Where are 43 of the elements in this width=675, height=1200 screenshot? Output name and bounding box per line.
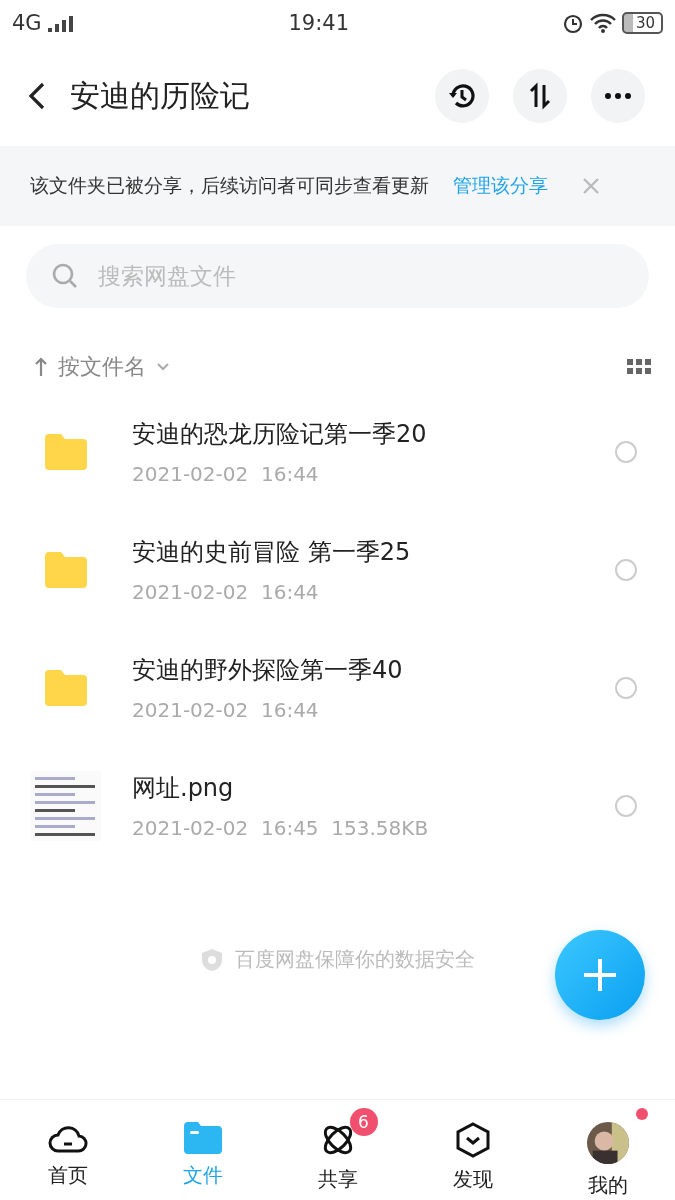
file-meta: 2021-02-02 16:44 bbox=[132, 698, 320, 722]
select-radio[interactable] bbox=[615, 795, 637, 817]
battery-indicator: 30 bbox=[621, 12, 663, 34]
page-title: 安迪的历险记 bbox=[70, 76, 251, 115]
file-name[interactable]: 安迪的野外探险第一季40 bbox=[132, 654, 615, 686]
file-meta: 2021-02-02 16:44 bbox=[132, 462, 320, 486]
file-name[interactable]: 网址.png bbox=[132, 772, 615, 804]
folder-icon bbox=[45, 434, 87, 470]
chevron-down-icon bbox=[156, 362, 170, 372]
network-type: 4G bbox=[12, 11, 42, 35]
back-icon[interactable] bbox=[28, 82, 46, 110]
select-radio[interactable] bbox=[615, 441, 637, 463]
file-name[interactable]: 安迪的恐龙历险记第一季20 bbox=[132, 418, 615, 450]
file-name[interactable]: 安迪的史前冒险 第一季25 bbox=[132, 536, 615, 568]
more-icon bbox=[604, 92, 632, 100]
alarm-icon bbox=[561, 12, 584, 34]
shield-icon bbox=[200, 947, 223, 972]
close-icon[interactable] bbox=[582, 177, 600, 195]
signal-icon bbox=[47, 14, 76, 32]
folder-icon bbox=[45, 552, 87, 588]
add-button[interactable] bbox=[555, 930, 645, 1020]
folder-icon bbox=[45, 670, 87, 706]
nav-tab[interactable]: 共享 6 bbox=[270, 1100, 405, 1200]
security-note: 百度网盘保障你的数据安全 bbox=[234, 946, 475, 973]
clock-time: 19:41 bbox=[288, 11, 350, 35]
sort-dropdown[interactable]: 按文件名 bbox=[34, 352, 170, 382]
search-icon bbox=[52, 263, 78, 289]
wifi-icon bbox=[589, 13, 616, 33]
nav-tab[interactable]: 发现 bbox=[405, 1100, 540, 1200]
search-field[interactable]: 搜索网盘文件 bbox=[26, 244, 649, 308]
nav-tab[interactable]: 首页 bbox=[0, 1100, 135, 1200]
grid-view-icon[interactable] bbox=[627, 359, 651, 375]
nav-tab[interactable]: 我的 bbox=[540, 1100, 675, 1200]
file-meta: 2021-02-02 16:45 153.58KB bbox=[132, 816, 430, 840]
select-radio[interactable] bbox=[615, 677, 637, 699]
select-radio[interactable] bbox=[615, 559, 637, 581]
share-notice: 该文件夹已被分享，后续访问者可同步查看更新 bbox=[30, 173, 429, 198]
plus-icon bbox=[582, 957, 618, 993]
hexagon-clock-icon bbox=[455, 1122, 490, 1158]
count-badge: 6 bbox=[349, 1108, 378, 1136]
folder-icon bbox=[183, 1122, 222, 1154]
file-meta: 2021-02-02 16:44 bbox=[132, 580, 320, 604]
arrow-up-icon bbox=[34, 357, 48, 377]
